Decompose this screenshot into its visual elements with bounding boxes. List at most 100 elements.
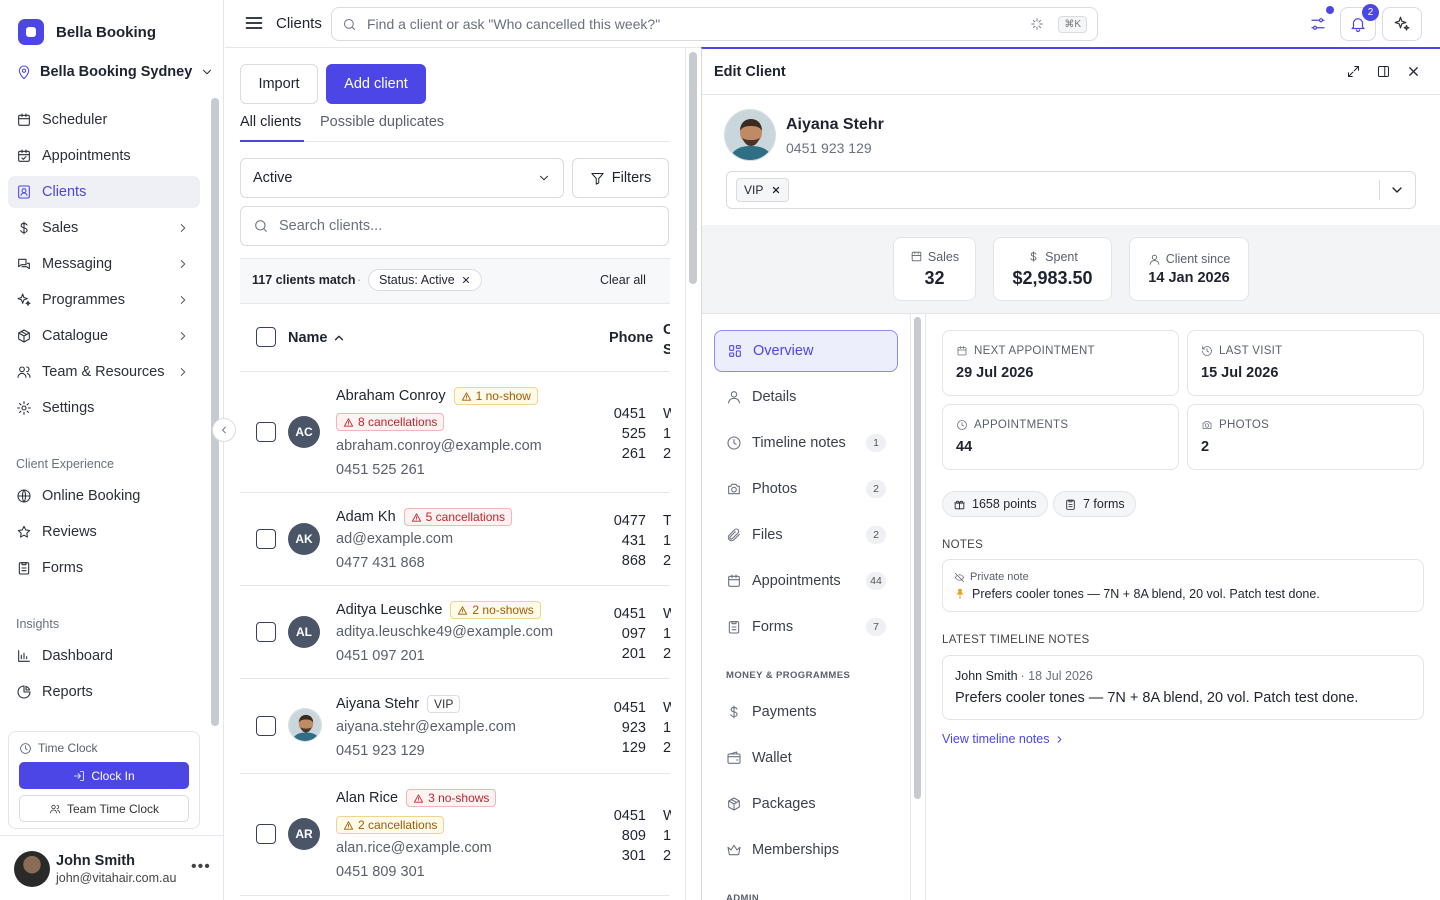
clipped-column-header[interactable]: C S: [663, 320, 670, 360]
row-checkbox[interactable]: [256, 622, 276, 642]
expand-icon[interactable]: [1346, 64, 1361, 79]
client-name[interactable]: Abraham Conroy: [336, 388, 446, 404]
subnav-overview[interactable]: Overview: [714, 330, 898, 372]
client-avatar[interactable]: [724, 109, 776, 161]
sidebar-item-scheduler[interactable]: Scheduler: [8, 104, 200, 136]
global-search[interactable]: Find a client or ask "Who cancelled this…: [331, 7, 1098, 41]
crown-icon: [727, 844, 741, 856]
calendar-icon: [728, 574, 740, 587]
view-timeline-notes-link[interactable]: View timeline notes: [942, 732, 1065, 746]
alert-badge: 2 no-shows: [450, 601, 541, 619]
sidebar-item-team-resources[interactable]: Team & Resources: [8, 356, 200, 388]
phone-column-header[interactable]: Phone: [609, 330, 653, 346]
sidebar-item-reviews[interactable]: Reviews: [8, 516, 200, 548]
timeline-title: LATEST TIMELINE NOTES: [942, 634, 1090, 646]
menu-icon[interactable]: [244, 13, 264, 33]
remove-tag-icon[interactable]: [771, 185, 781, 195]
add-client-button[interactable]: Add client: [326, 64, 426, 104]
client-name[interactable]: Aiyana Stehr: [336, 696, 419, 712]
subnav-appointments[interactable]: Appointments 44: [714, 560, 898, 602]
row-checkbox[interactable]: [256, 422, 276, 442]
private-note-card[interactable]: Private note Prefers cooler tones — 7N +…: [942, 559, 1424, 612]
row-checkbox[interactable]: [256, 824, 276, 844]
location-selector[interactable]: Bella Booking Sydney: [16, 64, 214, 80]
star-icon: [17, 525, 31, 538]
warning-icon: [458, 605, 468, 615]
sidebar-item-dashboard[interactable]: Dashboard: [8, 640, 200, 672]
close-panel-icon[interactable]: [1406, 64, 1421, 79]
user-name: John Smith: [56, 853, 135, 869]
subnav-photos[interactable]: Photos 2: [714, 468, 898, 510]
subnav-details[interactable]: Details: [714, 376, 898, 418]
clock-in-button[interactable]: Clock In: [19, 762, 189, 789]
subnav-timeline-notes[interactable]: Timeline notes 1: [714, 422, 898, 464]
row-checkbox[interactable]: [256, 716, 276, 736]
search-icon: [255, 220, 267, 232]
team-time-clock-button[interactable]: Team Time Clock: [19, 795, 189, 822]
sidebar-item-sales[interactable]: Sales: [8, 212, 200, 244]
clear-all-button[interactable]: Clear all: [600, 273, 646, 287]
client-phone: 0451 923 129: [786, 140, 872, 156]
card-next-appointment[interactable]: NEXT APPOINTMENT 29 Jul 2026: [942, 330, 1179, 396]
alert-badge: 8 cancellations: [336, 413, 445, 431]
select-all-checkbox[interactable]: [256, 327, 276, 347]
client-name[interactable]: Alan Rice: [336, 790, 398, 806]
subnav-memberships[interactable]: Memberships: [714, 829, 898, 871]
name-column-header[interactable]: Name: [288, 330, 346, 346]
chevron-down-icon[interactable]: [1389, 182, 1405, 198]
tab-all-clients[interactable]: All clients: [240, 114, 301, 130]
client-email: ad@example.com: [336, 531, 454, 547]
user-icon: [728, 391, 740, 404]
subnav-payments[interactable]: Payments: [714, 691, 898, 733]
card-appointments[interactable]: APPOINTMENTS 44: [942, 404, 1179, 470]
timeline-note-card[interactable]: John Smith · 18 Jul 2026 Prefers cooler …: [942, 655, 1424, 720]
brand[interactable]: Bella Booking: [18, 19, 156, 45]
sidebar-item-catalogue[interactable]: Catalogue: [8, 320, 200, 352]
subnav-files[interactable]: Files 2: [714, 514, 898, 556]
tab-possible-duplicates[interactable]: Possible duplicates: [320, 114, 444, 130]
client-name[interactable]: Aditya Leuschke: [336, 602, 442, 618]
notifications-button[interactable]: 2: [1340, 4, 1379, 41]
client-name[interactable]: Adam Kh: [336, 509, 396, 525]
wallet-icon: [727, 751, 741, 764]
user-profile[interactable]: John Smith john@vitahair.com.au •••: [0, 835, 224, 900]
sidebar-item-reports[interactable]: Reports: [8, 676, 200, 708]
import-button[interactable]: Import: [240, 64, 318, 104]
sidebar-item-messaging[interactable]: Messaging: [8, 248, 200, 280]
list-scrollbar[interactable]: [689, 52, 697, 284]
tab-underline: [240, 140, 304, 142]
phone-cell: 0451 809 301: [613, 808, 646, 864]
sidebar-scrollbar[interactable]: [211, 98, 219, 726]
tags-select[interactable]: [726, 171, 1416, 209]
status-filter-chip[interactable]: Status: Active: [368, 269, 482, 291]
sidebar-item-forms[interactable]: Forms: [8, 552, 200, 584]
dollar-icon: [1030, 251, 1037, 262]
sidebar-item-programmes[interactable]: Programmes: [8, 284, 200, 316]
toggle-settings-button[interactable]: [1298, 6, 1338, 41]
sidebar-item-clients[interactable]: Clients: [8, 176, 200, 208]
card-last-visit[interactable]: LAST VISIT 15 Jul 2026: [1187, 330, 1424, 396]
split-view-icon[interactable]: [1376, 64, 1391, 79]
subnav-scrollbar[interactable]: [914, 317, 921, 799]
clock-icon: [727, 436, 741, 450]
sidebar-item-label: Team & Resources: [42, 364, 165, 380]
row-checkbox[interactable]: [256, 529, 276, 549]
sidebar-item-online-booking[interactable]: Online Booking: [8, 480, 200, 512]
clock-icon: [957, 420, 967, 430]
close-icon[interactable]: [461, 275, 471, 285]
client-search-input[interactable]: Search clients...: [240, 206, 669, 246]
phone-cell: 0477 431 868: [613, 513, 646, 569]
ai-assistant-button[interactable]: [1382, 7, 1422, 41]
dollar-icon: [20, 221, 28, 235]
client-phone: 0451 923 129: [336, 743, 425, 759]
subnav-wallet[interactable]: Wallet: [714, 737, 898, 779]
sidebar-item-settings[interactable]: Settings: [8, 392, 200, 424]
subnav-packages[interactable]: Packages: [714, 783, 898, 825]
more-icon[interactable]: •••: [191, 858, 211, 876]
subnav-forms[interactable]: Forms 7: [714, 606, 898, 648]
card-photos[interactable]: PHOTOS 2: [1187, 404, 1424, 470]
collapse-sidebar-button[interactable]: [212, 418, 236, 442]
filters-button[interactable]: Filters: [572, 158, 669, 198]
status-select[interactable]: Active: [240, 158, 564, 198]
sidebar-item-appointments[interactable]: Appointments: [8, 140, 200, 172]
